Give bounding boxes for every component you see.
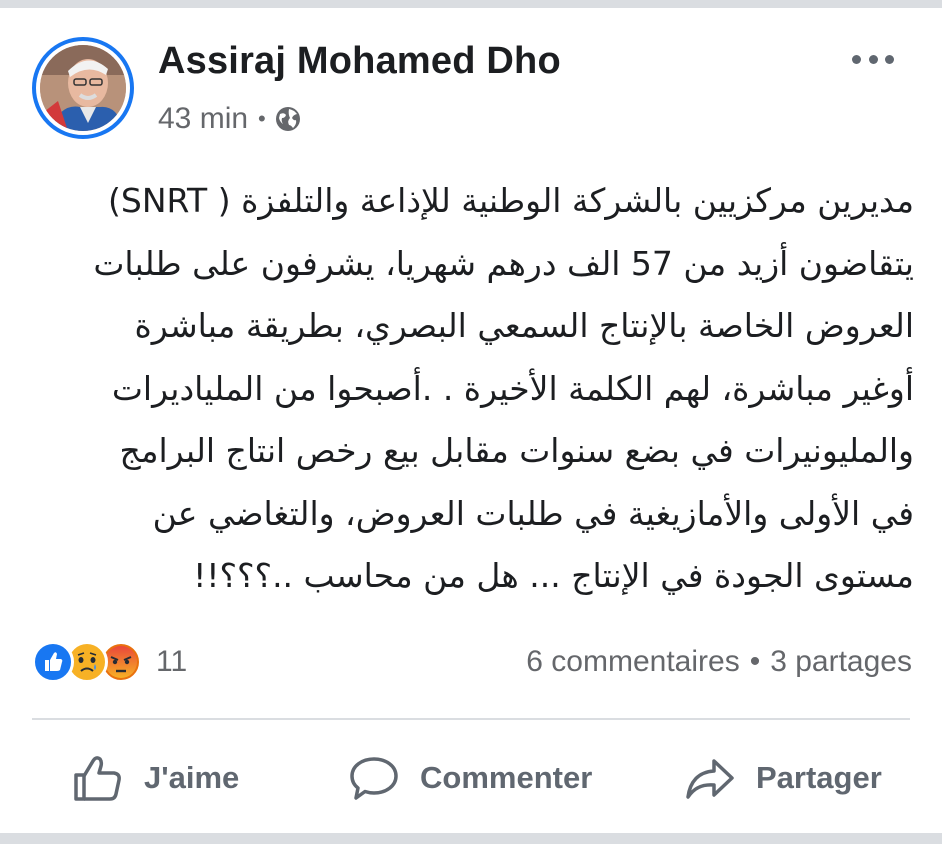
stats-separator: •: [749, 645, 761, 678]
bottom-feed-separator: [0, 833, 942, 844]
top-feed-separator: [0, 0, 942, 8]
avatar-photo: [40, 45, 126, 131]
like-button-label: J'aime: [144, 760, 240, 795]
share-button-label: Partager: [756, 760, 882, 795]
actions-divider: [32, 718, 910, 720]
avatar[interactable]: [32, 37, 134, 139]
share-arrow-icon: [686, 759, 734, 799]
post-text-line: العروض الخاصة بالإنتاج السمعي البصري، بط…: [134, 306, 915, 345]
globe-icon: [275, 107, 300, 131]
post-text-line: مديرين مركزيين بالشركة الوطنية للإذاعة و…: [108, 181, 914, 220]
reactions-summary[interactable]: 11: [32, 640, 187, 684]
comments-count-link[interactable]: 6 commentaires: [526, 645, 739, 679]
post-text-line: والمليونيرات في بضع سنوات مقابل بيع رخص …: [119, 431, 914, 470]
comment-button[interactable]: Commenter: [348, 740, 592, 816]
more-options-icon[interactable]: [852, 53, 894, 65]
post-actions-bar: J'aime Commenter Partager: [0, 740, 942, 816]
post-meta: 43 min •: [158, 100, 302, 138]
post-author-name[interactable]: Assiraj Mohamed Dho: [158, 40, 561, 83]
like-icon: [32, 641, 74, 683]
post-text-line: يتقاضون أزيد من 57 الف درهم شهريا، يشرفو…: [93, 243, 914, 283]
reaction-count: 11: [156, 645, 188, 678]
thumbs-up-icon: [74, 756, 121, 801]
post-text-line: مستوى الجودة في الإنتاج ... هل من محاسب …: [193, 556, 914, 595]
share-button[interactable]: Partager: [684, 740, 882, 816]
meta-separator: •: [258, 106, 266, 131]
post-text-line: أوغير مباشرة، لهم الكلمة الأخيرة . .أصبح…: [111, 368, 914, 408]
post-text-line: في الأولى والأمازيغية في طلبات العروض، و…: [152, 493, 914, 533]
post-text: مديرين مركزيين بالشركة الوطنية للإذاعة و…: [30, 170, 914, 608]
engagement-stats: 6 commentaires • 3 partages: [526, 640, 912, 684]
comment-bubble-icon: [350, 757, 398, 800]
comment-button-label: Commenter: [420, 760, 593, 795]
like-button[interactable]: J'aime: [70, 740, 239, 816]
post-timestamp[interactable]: 43 min: [158, 102, 248, 136]
shares-count-link[interactable]: 3 partages: [770, 645, 912, 679]
